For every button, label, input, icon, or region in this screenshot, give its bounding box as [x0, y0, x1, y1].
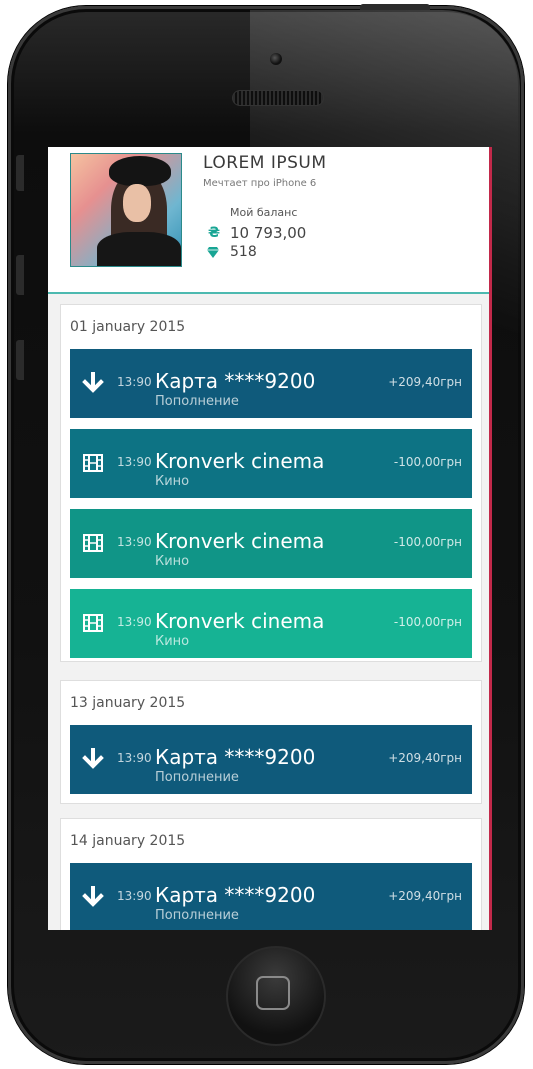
transaction-title: Kronverk cinema [155, 529, 325, 553]
transaction-row[interactable]: 13:90 Карта ****9200 Пополнение +209,40г… [70, 863, 472, 930]
transaction-time: 13:90 [117, 751, 152, 765]
day-date: 13 january 2015 [70, 695, 186, 711]
avatar[interactable] [70, 153, 182, 267]
transaction-time: 13:90 [117, 889, 152, 903]
balance-value: 10 793,00 [230, 224, 307, 242]
transaction-time: 13:90 [117, 535, 152, 549]
transaction-title: Kronverk cinema [155, 449, 325, 473]
transaction-title: Карта ****9200 [155, 745, 316, 769]
earpiece-speaker [232, 90, 324, 106]
film-icon [83, 614, 103, 632]
transaction-category: Пополнение [155, 394, 239, 409]
front-camera [270, 53, 282, 65]
power-button [360, 4, 430, 10]
transaction-time: 13:90 [117, 455, 152, 469]
film-icon [83, 534, 103, 552]
day-date: 01 january 2015 [70, 319, 186, 335]
arrow-down-icon [82, 748, 104, 769]
transaction-category: Кино [155, 474, 190, 489]
transaction-amount: +209,40грн [388, 751, 462, 765]
profile-status: Мечтает про iPhone 6 [203, 178, 317, 189]
transaction-row[interactable]: 13:90 Kronverk cinema Кино -100,00грн [70, 589, 472, 658]
diamond-icon [207, 247, 219, 258]
transaction-row[interactable]: 13:90 Карта ****9200 Пополнение +209,40г… [70, 725, 472, 794]
volume-down-button [16, 340, 24, 380]
arrow-down-icon [82, 886, 104, 907]
app-screen: LOREM IPSUM Мечтает про iPhone 6 Мой бал… [48, 147, 492, 930]
transaction-title: Карта ****9200 [155, 883, 316, 907]
profile-name: LOREM IPSUM [203, 153, 327, 173]
day-date: 14 january 2015 [70, 833, 186, 849]
transaction-category: Кино [155, 554, 190, 569]
transaction-time: 13:90 [117, 615, 152, 629]
volume-up-button [16, 255, 24, 295]
transaction-feed[interactable]: 01 january 2015 13:90 Карта ****9200 Поп… [48, 294, 489, 930]
day-group: 13 january 2015 13:90 Карта ****9200 Поп… [60, 680, 482, 804]
transaction-amount: -100,00грн [393, 535, 462, 549]
transaction-category: Кино [155, 634, 190, 649]
transaction-amount: +209,40грн [388, 375, 462, 389]
day-group: 14 january 2015 13:90 Карта ****9200 Поп… [60, 818, 482, 930]
transaction-row[interactable]: 13:90 Kronverk cinema Кино -100,00грн [70, 509, 472, 578]
transaction-category: Пополнение [155, 770, 239, 785]
home-button-icon [256, 976, 290, 1010]
transaction-amount: +209,40грн [388, 889, 462, 903]
transaction-category: Пополнение [155, 908, 239, 923]
transaction-amount: -100,00грн [393, 455, 462, 469]
profile-header: LOREM IPSUM Мечтает про iPhone 6 Мой бал… [48, 147, 489, 292]
transaction-amount: -100,00грн [393, 615, 462, 629]
day-group: 01 january 2015 13:90 Карта ****9200 Поп… [60, 304, 482, 662]
transaction-title: Карта ****9200 [155, 369, 316, 393]
transaction-row[interactable]: 13:90 Карта ****9200 Пополнение +209,40г… [70, 349, 472, 418]
transaction-title: Kronverk cinema [155, 609, 325, 633]
transaction-time: 13:90 [117, 375, 152, 389]
transaction-row[interactable]: 13:90 Kronverk cinema Кино -100,00грн [70, 429, 472, 498]
gems-value: 518 [230, 244, 257, 260]
arrow-down-icon [82, 372, 104, 393]
hryvnia-icon: ₴ [208, 225, 221, 241]
mute-switch [16, 155, 24, 191]
film-icon [83, 454, 103, 472]
balance-label: Мой баланс [230, 206, 298, 219]
